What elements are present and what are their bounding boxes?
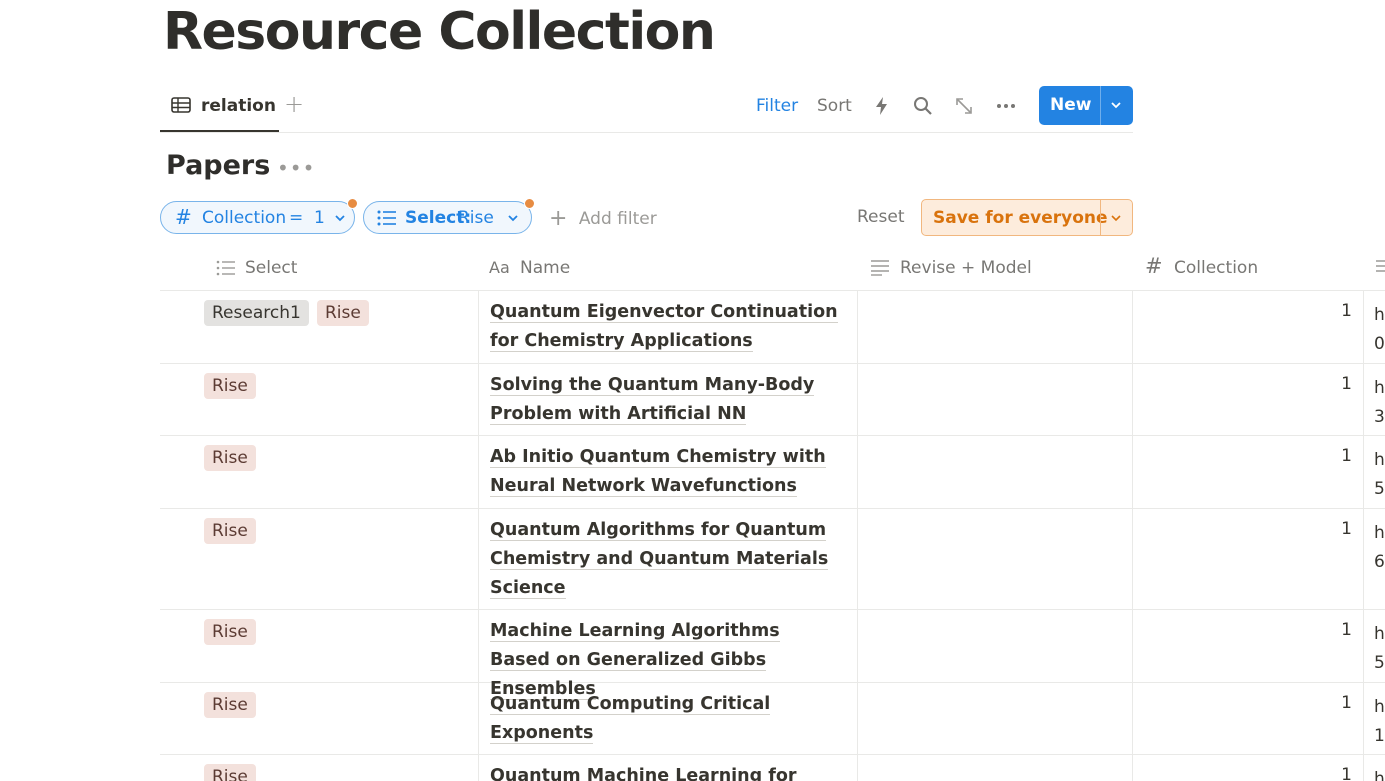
table-header: Select Aa Name Revise + Model # Collecti… xyxy=(160,246,1385,291)
divider xyxy=(1100,86,1101,125)
row-name[interactable]: Quantum Algorithms for Quantum Chemistry… xyxy=(490,516,840,603)
row-url[interactable]: h 0 xyxy=(1374,301,1385,359)
row-collection: 1 xyxy=(1341,519,1352,539)
reset-button[interactable]: Reset xyxy=(857,207,905,227)
select-tag: Research1 xyxy=(204,300,309,326)
column-header-collection[interactable]: Collection xyxy=(1174,258,1258,278)
search-icon[interactable] xyxy=(913,96,933,116)
filter-chip-select[interactable]: Select: Rise xyxy=(363,198,535,234)
row-collection: 1 xyxy=(1341,301,1352,321)
tab-label: relation xyxy=(201,96,276,116)
add-filter-label: Add filter xyxy=(578,209,657,229)
list-icon xyxy=(377,210,396,226)
more-icon[interactable] xyxy=(996,96,1016,116)
view-toolbar: relation + Filter Sort New xyxy=(160,84,1133,133)
database-title[interactable]: Papers xyxy=(166,150,270,181)
row-url[interactable]: h 5 xyxy=(1374,446,1385,504)
table-row[interactable]: Rise Ab Initio Quantum Chemistry with Ne… xyxy=(160,436,1385,509)
table-row[interactable]: Rise Quantum Machine Learning for 1 h xyxy=(160,755,1385,781)
select-tag: Rise xyxy=(204,619,256,645)
select-tag: Rise xyxy=(317,300,369,326)
filter-modified-dot xyxy=(524,198,535,209)
table-row[interactable]: Rise Quantum Algorithms for Quantum Chem… xyxy=(160,509,1385,610)
row-name[interactable]: Solving the Quantum Many-Body Problem wi… xyxy=(490,371,840,429)
select-tag: Rise xyxy=(204,692,256,718)
table-row[interactable]: Rise Machine Learning Algorithms Based o… xyxy=(160,610,1385,700)
row-collection: 1 xyxy=(1341,446,1352,466)
row-url[interactable]: h xyxy=(1374,765,1385,781)
number-icon: # xyxy=(175,205,192,229)
list-icon xyxy=(216,260,235,276)
new-button[interactable]: New xyxy=(1039,86,1133,125)
save-for-everyone-button[interactable]: Save for everyone xyxy=(921,199,1133,236)
save-label: Save for everyone xyxy=(933,208,1108,228)
filter-chip-collection[interactable]: # Collection = 1 xyxy=(160,198,358,234)
sort-button[interactable]: Sort xyxy=(817,96,852,116)
row-collection: 1 xyxy=(1341,765,1352,781)
row-url[interactable]: h 6 xyxy=(1374,519,1385,577)
text-icon: Aa xyxy=(489,258,510,277)
filter-value: 1 xyxy=(314,208,325,228)
row-collection: 1 xyxy=(1341,374,1352,394)
add-view-icon[interactable]: + xyxy=(284,90,304,118)
new-label: New xyxy=(1050,95,1092,115)
filter-modified-dot xyxy=(347,198,358,209)
plus-icon: + xyxy=(549,206,568,231)
filter-property: Collection xyxy=(202,208,287,228)
row-name[interactable]: Ab Initio Quantum Chemistry with Neural … xyxy=(490,443,840,501)
chevron-down-icon[interactable] xyxy=(1109,98,1123,112)
select-tag: Rise xyxy=(204,518,256,544)
select-tag: Rise xyxy=(204,764,256,781)
table-row[interactable]: Rise Solving the Quantum Many-Body Probl… xyxy=(160,364,1385,436)
paragraph-icon xyxy=(871,260,889,276)
add-filter-button[interactable]: + Add filter xyxy=(549,205,657,231)
row-collection: 1 xyxy=(1341,693,1352,713)
expand-icon[interactable] xyxy=(954,96,974,116)
row-url[interactable]: h 5 xyxy=(1374,620,1385,678)
column-header-revise-model[interactable]: Revise + Model xyxy=(900,258,1032,278)
number-icon: # xyxy=(1145,254,1163,278)
filter-value: Rise xyxy=(458,208,494,228)
divider xyxy=(1100,200,1101,235)
column-header-name[interactable]: Name xyxy=(520,258,570,278)
row-url[interactable]: h 1 xyxy=(1374,693,1385,751)
row-collection: 1 xyxy=(1341,620,1352,640)
chevron-down-icon xyxy=(335,215,345,222)
lightning-icon[interactable] xyxy=(872,96,892,116)
table-icon xyxy=(171,97,191,113)
paragraph-icon xyxy=(1376,260,1385,272)
row-name[interactable]: Quantum Eigenvector Continuation for Che… xyxy=(490,298,840,356)
select-tag: Rise xyxy=(204,373,256,399)
filter-operator: = xyxy=(289,208,304,228)
chevron-down-icon[interactable] xyxy=(1110,212,1122,224)
chevron-down-icon xyxy=(508,215,518,222)
row-name[interactable]: Quantum Computing Critical Exponents xyxy=(490,690,840,748)
tab-relation[interactable]: relation xyxy=(160,84,279,132)
table-row[interactable]: Rise Quantum Computing Critical Exponent… xyxy=(160,683,1385,755)
column-header-select[interactable]: Select xyxy=(245,258,297,278)
row-name[interactable]: Quantum Machine Learning for xyxy=(490,762,840,781)
filter-button[interactable]: Filter xyxy=(756,96,798,116)
row-url[interactable]: h 3 xyxy=(1374,374,1385,432)
more-icon[interactable]: ••• xyxy=(277,156,315,180)
page-title: Resource Collection xyxy=(163,2,716,62)
table-row[interactable]: Research1 Rise Quantum Eigenvector Conti… xyxy=(160,291,1385,364)
select-tag: Rise xyxy=(204,445,256,471)
